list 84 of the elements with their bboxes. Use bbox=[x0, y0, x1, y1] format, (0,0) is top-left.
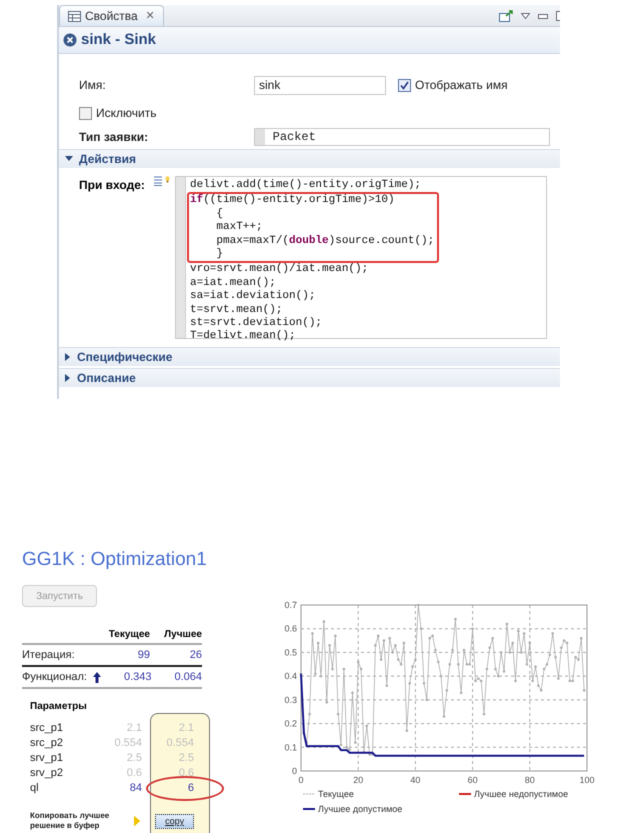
copy-hint: Копировать лучшее решение в буфер bbox=[30, 811, 110, 831]
lightbulb-icon bbox=[165, 176, 170, 183]
code-line: t=srvt.mean(); bbox=[190, 304, 284, 317]
row-label: Итерация: bbox=[22, 648, 75, 663]
table-cell-text: 2.1 bbox=[126, 721, 142, 736]
axis-tick-label: 60 bbox=[468, 775, 478, 785]
column-header: Текущее bbox=[108, 628, 150, 642]
table-cell-text: 0.064 bbox=[173, 670, 202, 685]
code-line: sa=iat.deviation(); bbox=[190, 290, 316, 304]
legend-label: Лучшее недопустимое bbox=[474, 789, 568, 799]
section-header[interactable]: Описание bbox=[59, 368, 560, 387]
checkbox[interactable] bbox=[398, 78, 411, 92]
table-cell-text: 2.1 bbox=[178, 721, 194, 736]
minimize-icon[interactable] bbox=[538, 14, 548, 18]
maximize-icon[interactable] bbox=[556, 11, 560, 21]
axis-tick-label: 40 bbox=[410, 775, 420, 785]
axis-tick-label: 80 bbox=[524, 775, 535, 785]
row-label: src_p1 bbox=[30, 721, 64, 736]
row-label: src_p2 bbox=[30, 736, 64, 752]
list-icon[interactable] bbox=[154, 176, 162, 186]
code-editor[interactable] bbox=[175, 176, 547, 339]
table-cell-text: 0.343 bbox=[122, 670, 152, 685]
properties-tab[interactable]: Свойства ✕ bbox=[59, 5, 164, 26]
row-label: ql bbox=[30, 781, 40, 796]
field-label: Тип заявки: bbox=[79, 129, 150, 146]
axis-tick-label: 100 bbox=[579, 775, 595, 785]
table-cell-text: 2.5 bbox=[178, 751, 194, 766]
axis-tick-label: 20 bbox=[353, 775, 364, 785]
section-header[interactable]: Специфические bbox=[59, 347, 560, 366]
code-line: delivt.add(time()-entity.origTime); bbox=[190, 179, 422, 192]
axis-tick-label: 0.7 bbox=[284, 600, 297, 610]
code-line: T=delivt.mean(); bbox=[190, 330, 297, 344]
axis-tick-label: 0.3 bbox=[284, 694, 297, 705]
table-cell-text: 2.5 bbox=[126, 751, 142, 766]
column-header: Лучшее bbox=[163, 628, 202, 642]
table-cell-text: 26 bbox=[188, 648, 202, 663]
table-cell-text: 99 bbox=[136, 648, 150, 663]
panel-title: sink - Sink bbox=[81, 30, 156, 50]
copy-button[interactable]: copy bbox=[155, 814, 194, 828]
table-cell-text: 0.554 bbox=[113, 736, 142, 752]
table-cell-text: 0.554 bbox=[165, 736, 194, 752]
legend-label: Лучшее допустимое bbox=[318, 804, 402, 814]
table-icon bbox=[68, 10, 81, 22]
axis-tick-label: 0 bbox=[292, 766, 297, 776]
code-line: st=srvt.deviation(); bbox=[190, 317, 324, 330]
code-line: a=iat.mean(); bbox=[190, 276, 277, 290]
pin-icon[interactable] bbox=[499, 10, 513, 22]
section-label: Параметры bbox=[30, 700, 88, 714]
field-label: Имя: bbox=[79, 77, 107, 94]
checkbox-label: Отображать имя bbox=[415, 77, 508, 94]
collapsed-triangle-icon[interactable] bbox=[65, 353, 71, 361]
row-label: Функционал: bbox=[22, 670, 87, 685]
axis-tick-label: 0 bbox=[298, 775, 304, 785]
legend-label: Текущее bbox=[318, 789, 354, 799]
pointer-icon bbox=[134, 815, 140, 827]
row-label: srv_p1 bbox=[30, 751, 64, 766]
code-line: } bbox=[215, 248, 224, 262]
page-title: GG1K : Optimization1 bbox=[22, 549, 208, 571]
table-cell-text: 84 bbox=[128, 781, 142, 796]
dropdown-icon[interactable] bbox=[521, 13, 530, 19]
up-arrow-icon bbox=[92, 672, 101, 682]
section-header[interactable]: Действия bbox=[59, 149, 560, 168]
table-cell-text: 6 bbox=[186, 781, 194, 796]
close-icon bbox=[63, 33, 77, 47]
collapsed-triangle-icon[interactable] bbox=[65, 374, 71, 382]
type-field[interactable]: Packet bbox=[254, 128, 550, 146]
name-field[interactable]: sink bbox=[254, 76, 386, 94]
code-line: if((time()-entity.origTime)>10) bbox=[190, 194, 396, 208]
code-line: maxT++; bbox=[215, 221, 264, 235]
checkbox[interactable] bbox=[79, 106, 92, 120]
code-line: pmax=maxT/(double)source.count(); bbox=[215, 234, 436, 248]
code-line: vro=srvt.mean()/iat.mean(); bbox=[190, 263, 370, 277]
axis-tick-label: 0.6 bbox=[284, 624, 297, 634]
axis-tick-label: 0.1 bbox=[284, 742, 297, 752]
close-icon[interactable]: ✕ bbox=[146, 8, 155, 24]
checkbox-label: Исключить bbox=[96, 105, 156, 122]
row-label: srv_p2 bbox=[30, 766, 64, 782]
expanded-triangle-icon[interactable] bbox=[65, 156, 73, 162]
axis-tick-label: 0.5 bbox=[284, 647, 297, 658]
field-label: При входе: bbox=[79, 177, 146, 194]
axis-tick-label: 0.4 bbox=[284, 671, 297, 682]
axis-tick-label: 0.2 bbox=[284, 718, 297, 729]
table-cell-text: 0.6 bbox=[126, 766, 142, 782]
code-line: { bbox=[215, 208, 224, 222]
